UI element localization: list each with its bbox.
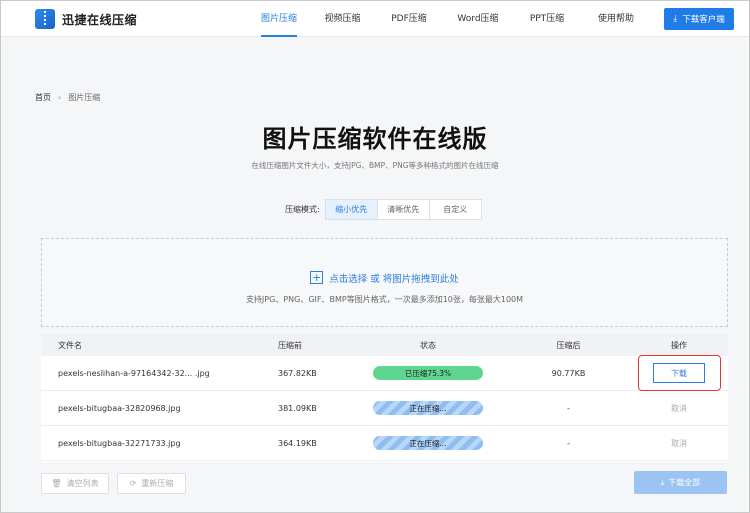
zip-logo-icon: [35, 9, 55, 29]
nav-help[interactable]: 使用帮助: [576, 1, 656, 37]
cancel-button[interactable]: 取消: [671, 403, 687, 414]
table-row: pexels-bitugbaa-32271733.jpg 364.19KB 正在…: [41, 426, 728, 461]
status-cell: 正在压缩...: [373, 391, 483, 425]
nav-word-compress[interactable]: Word压缩: [438, 1, 518, 37]
operation-cell: 取消: [653, 391, 705, 425]
table-row: pexels-bitugbaa-32820968.jpg 381.09KB 正在…: [41, 391, 728, 426]
upload-action-label: 点击选择 或 将图片拖拽到此处: [329, 273, 459, 285]
breadcrumb-home[interactable]: 首页: [35, 92, 51, 103]
chevron-right-icon: ›: [58, 93, 62, 102]
upload-dropzone[interactable]: + 点击选择 或 将图片拖拽到此处 支持JPG、PNG、GIF、BMP等图片格式…: [41, 238, 728, 327]
status-cell: 正在压缩...: [373, 426, 483, 460]
mode-option-clearer[interactable]: 清晰优先: [376, 199, 430, 220]
col-after: 压缩后: [556, 340, 581, 350]
app-window: 迅捷在线压缩 图片压缩 视频压缩 PDF压缩 Word压缩 PPT压缩 使用帮助…: [0, 0, 750, 513]
col-state: 状态: [420, 340, 436, 350]
brand-name: 迅捷在线压缩: [62, 12, 138, 27]
clear-list-button[interactable]: 🗑 清空列表: [41, 473, 109, 494]
status-cell: 已压缩75.3%: [373, 356, 483, 390]
nav-pdf-compress[interactable]: PDF压缩: [380, 1, 438, 37]
brand-logo[interactable]: 迅捷在线压缩: [35, 9, 137, 29]
upload-action[interactable]: + 点击选择 或 将图片拖拽到此处: [310, 271, 459, 285]
mode-label: 压缩模式:: [285, 205, 320, 214]
recompress-button[interactable]: ⟳ 重新压缩: [117, 473, 186, 494]
nav-image-compress[interactable]: 图片压缩: [253, 1, 305, 37]
breadcrumb-current: 图片压缩: [68, 93, 101, 102]
main-nav: 图片压缩 视频压缩 PDF压缩 Word压缩 PPT压缩 使用帮助: [253, 1, 656, 37]
size-after: -: [567, 403, 570, 413]
top-header: 迅捷在线压缩 图片压缩 视频压缩 PDF压缩 Word压缩 PPT压缩 使用帮助…: [1, 1, 749, 37]
status-badge: 已压缩75.3%: [373, 366, 483, 380]
file-name: pexels-bitugbaa-32271733.jpg: [58, 438, 181, 448]
download-client-button[interactable]: ⤓ 下载客户端: [664, 8, 734, 30]
compress-mode-selector: 压缩模式: 缩小优先 清晰优先 自定义: [285, 199, 482, 220]
operation-cell: 取消: [653, 426, 705, 460]
size-before: 367.82KB: [278, 368, 317, 378]
table-row: pexels-neslihan-a-97164342-32... .jpg 36…: [41, 356, 728, 391]
trash-icon: 🗑: [51, 479, 62, 488]
page-subtitle: 在线压缩图片文件大小，支持JPG、BMP、PNG等多种格式的图片在线压缩: [251, 161, 499, 170]
size-before: 381.09KB: [278, 403, 317, 413]
col-filename: 文件名: [58, 340, 82, 350]
nav-ppt-compress[interactable]: PPT压缩: [518, 1, 576, 37]
col-before: 压缩前: [278, 340, 302, 350]
file-name: pexels-neslihan-a-97164342-32... .jpg: [58, 368, 210, 378]
status-badge: 正在压缩...: [373, 401, 483, 415]
plus-icon: +: [310, 271, 324, 284]
table-header: 文件名 压缩前 状态 压缩后 操作: [41, 334, 728, 356]
mode-option-smaller[interactable]: 缩小优先: [324, 199, 378, 220]
size-before: 364.19KB: [278, 438, 317, 448]
breadcrumb: 首页 › 图片压缩: [35, 92, 100, 103]
file-name: pexels-bitugbaa-32820968.jpg: [58, 403, 181, 413]
refresh-icon: ⟳: [129, 479, 137, 488]
highlight-annotation: [638, 355, 721, 391]
mode-option-custom[interactable]: 自定义: [428, 199, 482, 220]
page-title: 图片压缩软件在线版: [262, 125, 488, 153]
download-icon: ⤓: [673, 14, 678, 24]
download-client-label: 下载客户端: [682, 15, 725, 25]
upload-hint: 支持JPG、PNG、GIF、BMP等图片格式，一次最多添加10张，每张最大100…: [245, 295, 524, 304]
download-all-label: 下载全部: [668, 478, 701, 487]
nav-video-compress[interactable]: 视频压缩: [305, 1, 380, 37]
file-table: 文件名 压缩前 状态 压缩后 操作 pexels-neslihan-a-9716…: [41, 334, 728, 462]
size-after: 90.77KB: [551, 368, 586, 378]
col-operation: 操作: [671, 340, 687, 350]
download-all-button[interactable]: ⤓ 下载全部: [634, 471, 727, 494]
size-after: -: [567, 438, 570, 448]
status-badge: 正在压缩...: [373, 436, 483, 450]
download-icon: ⤓: [660, 477, 665, 487]
recompress-label: 重新压缩: [141, 479, 174, 488]
clear-list-label: 清空列表: [66, 479, 99, 488]
cancel-button[interactable]: 取消: [671, 438, 687, 449]
